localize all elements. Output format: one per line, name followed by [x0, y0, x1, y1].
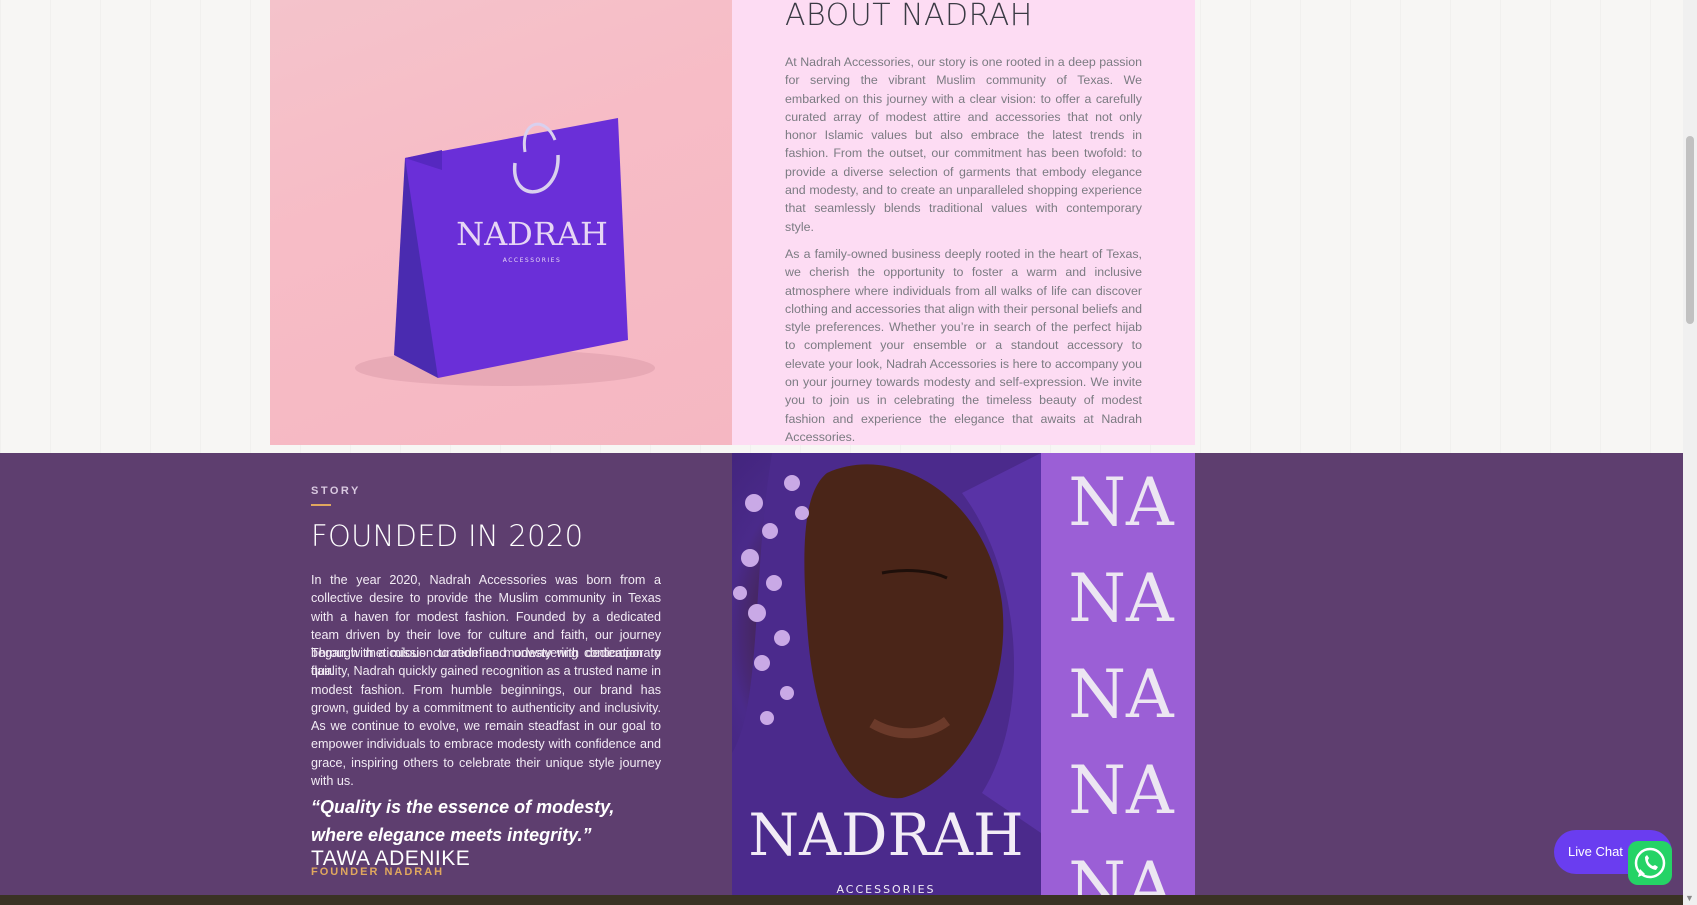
story-section: STORY FOUNDED IN 2020 In the year 2020, … — [0, 453, 1683, 895]
svg-text:NADRAH: NADRAH — [456, 215, 608, 253]
svg-text:NA: NA — [1068, 752, 1175, 829]
about-paragraph-1: At Nadrah Accessories, our story is one … — [785, 55, 1142, 234]
monogram-pattern: NA NA NA NA NA — [1068, 464, 1175, 895]
page-scrollbar[interactable]: ▼ — [1683, 0, 1697, 905]
svg-text:NADRAH: NADRAH — [748, 801, 1023, 869]
about-section: NADRAH ACCESSORIES ABOUT NADRAH At Nadra… — [0, 0, 1683, 453]
about-paragraph-2: As a family-owned business deeply rooted… — [785, 247, 1142, 444]
svg-text:NA: NA — [1068, 464, 1175, 541]
founder-role: FOUNDER NADRAH — [311, 866, 445, 878]
story-label: STORY — [311, 485, 361, 497]
svg-text:NA: NA — [1068, 848, 1175, 895]
shopping-bag-image: NADRAH ACCESSORIES — [270, 0, 732, 445]
shopping-bag-illustration: NADRAH ACCESSORIES — [355, 118, 655, 386]
model-portrait-image: NADRAH ACCESSORIES — [732, 453, 1041, 895]
whatsapp-button[interactable] — [1628, 841, 1672, 885]
next-section-strip — [0, 895, 1683, 905]
scroll-down-arrow-icon[interactable]: ▼ — [1685, 893, 1694, 903]
story-title: FOUNDED IN 2020 — [311, 519, 584, 553]
svg-text:ACCESSORIES: ACCESSORIES — [503, 257, 562, 264]
story-paragraph-2: Through meticulous curation and unwaveri… — [311, 646, 661, 789]
monogram-pattern-panel: NA NA NA NA NA — [1041, 453, 1195, 895]
about-panel: ABOUT NADRAH At Nadrah Accessories, our … — [732, 0, 1195, 445]
scrollbar-thumb[interactable] — [1686, 136, 1694, 324]
live-chat-label: Live Chat — [1568, 844, 1623, 859]
about-title: ABOUT NADRAH — [785, 0, 1033, 33]
label-divider — [311, 504, 331, 506]
svg-text:NA: NA — [1068, 656, 1175, 733]
founder-quote: “Quality is the essence of modesty, wher… — [311, 797, 615, 845]
whatsapp-icon — [1634, 847, 1666, 879]
svg-text:ACCESSORIES: ACCESSORIES — [836, 883, 935, 895]
svg-text:NA: NA — [1068, 560, 1175, 637]
portrait-illustration: NADRAH ACCESSORIES — [732, 453, 1041, 895]
